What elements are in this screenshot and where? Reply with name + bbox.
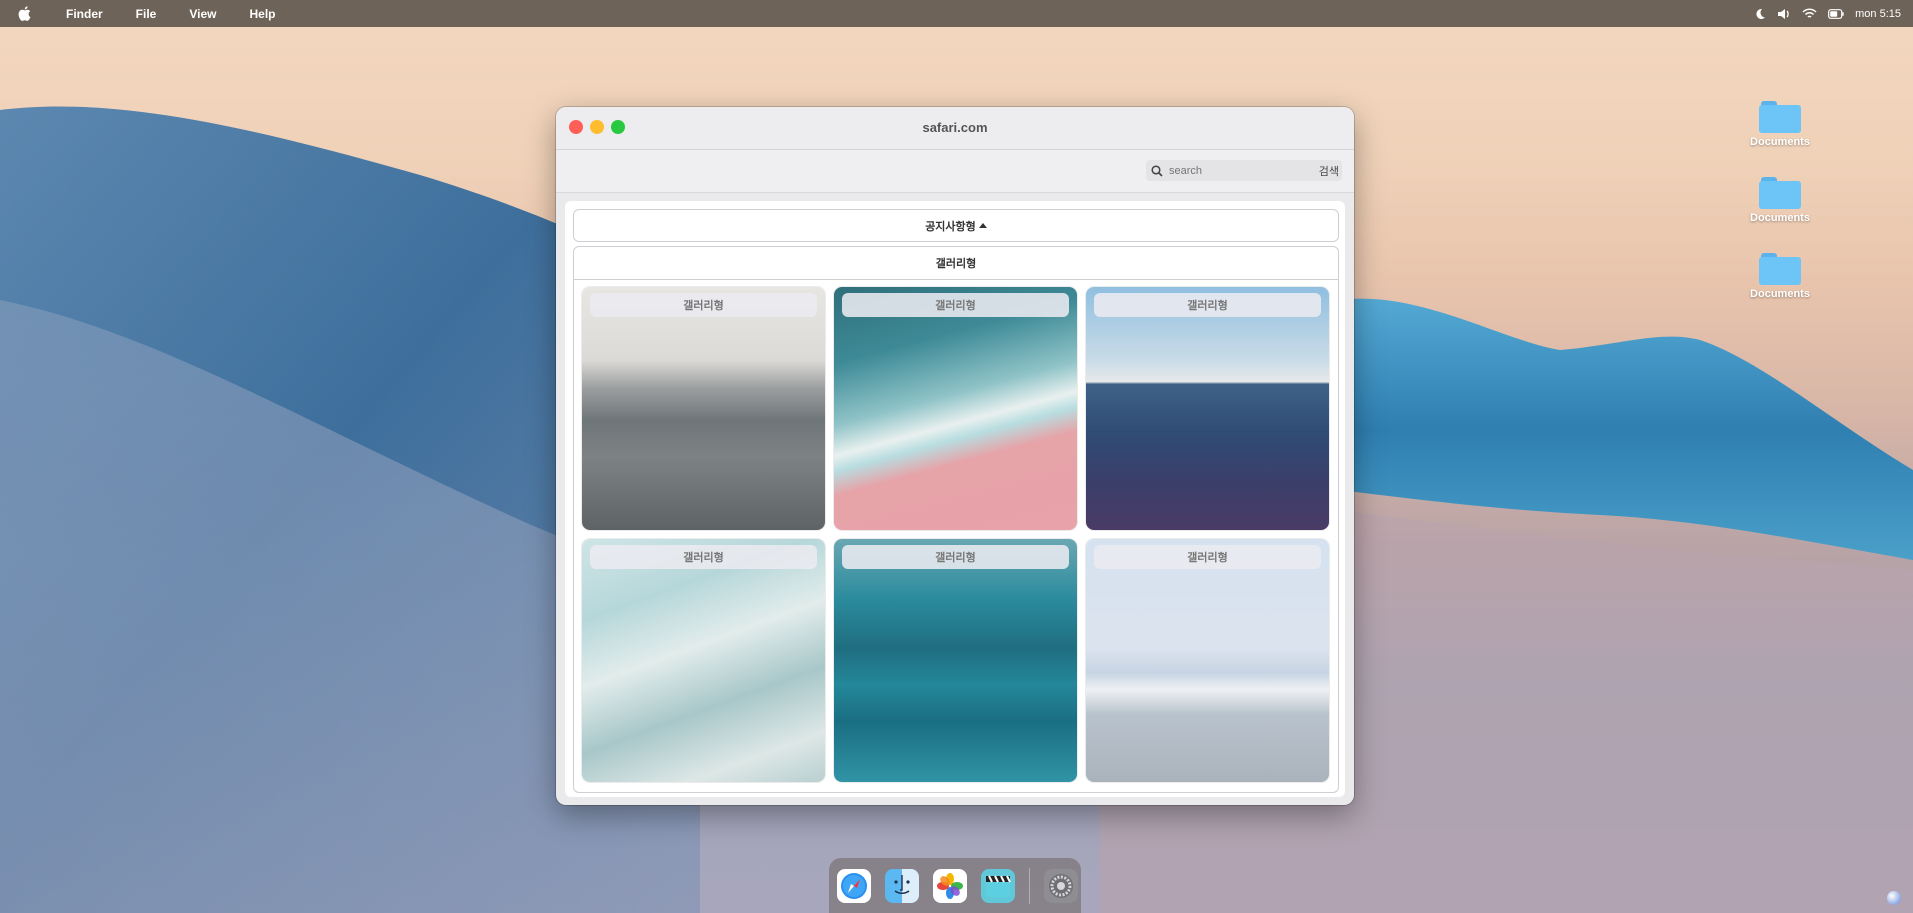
gallery-card-label: 갤러리형 — [842, 293, 1069, 317]
desktop-folder-documents[interactable]: Documents — [1740, 177, 1820, 224]
gallery-card[interactable]: 갤러리형 — [582, 539, 825, 782]
menu-file[interactable]: File — [136, 7, 157, 21]
search-input[interactable] — [1167, 163, 1289, 178]
menu-finder[interactable]: Finder — [66, 7, 103, 21]
battery-icon[interactable] — [1828, 8, 1844, 19]
dock-separator — [1029, 867, 1030, 904]
menu-view[interactable]: View — [189, 7, 216, 21]
desktop-icon-label: Documents — [1750, 288, 1810, 300]
notice-toggle-button[interactable]: 공지사항형 — [573, 209, 1339, 242]
window-toolbar: 검색 — [556, 150, 1354, 193]
gallery-header: 갤러리형 — [574, 247, 1338, 280]
gallery-section: 갤러리형 갤러리형 갤러리형 갤러리형 갤러리형 갤러리형 갤러리형 — [573, 246, 1339, 793]
folder-icon — [1759, 101, 1801, 133]
dock — [829, 858, 1081, 913]
gallery-card[interactable]: 갤러리형 — [582, 287, 825, 530]
search-button[interactable]: 검색 — [1319, 163, 1339, 179]
menu-help[interactable]: Help — [249, 7, 275, 21]
gallery-card[interactable]: 갤러리형 — [834, 539, 1077, 782]
browser-window: safari.com 검색 공지사항형 갤러리형 갤러리형 갤러리형 — [556, 107, 1354, 805]
folder-icon — [1759, 253, 1801, 285]
search-icon — [1150, 164, 1164, 178]
safari-icon[interactable] — [837, 868, 871, 903]
menu-bar: Finder File View Help mon 5:15 — [0, 0, 1913, 27]
clips-icon[interactable] — [981, 868, 1015, 903]
gallery-card[interactable]: 갤러리형 — [1086, 539, 1329, 782]
folder-icon — [1759, 177, 1801, 209]
desktop-folder-documents[interactable]: Documents — [1740, 253, 1820, 300]
volume-icon[interactable] — [1777, 8, 1791, 20]
gallery-card-label: 갤러리형 — [590, 293, 817, 317]
photos-icon[interactable] — [933, 868, 967, 903]
menu-clock[interactable]: mon 5:15 — [1855, 8, 1901, 20]
notice-toggle-label: 공지사항형 — [925, 220, 976, 233]
gallery-grid: 갤러리형 갤러리형 갤러리형 갤러리형 갤러리형 갤러리형 — [582, 287, 1329, 782]
desktop-icon-label: Documents — [1750, 212, 1810, 224]
moon-icon[interactable] — [1754, 8, 1766, 20]
page-content: 공지사항형 갤러리형 갤러리형 갤러리형 갤러리형 갤러리형 갤러리형 갤러리형 — [565, 201, 1345, 797]
search-bar: 검색 — [1146, 160, 1342, 181]
window-titlebar[interactable]: safari.com — [556, 107, 1354, 150]
system-settings-icon[interactable] — [1044, 868, 1078, 903]
finder-icon[interactable] — [885, 868, 919, 903]
gallery-card-label: 갤러리형 — [1094, 545, 1321, 569]
window-title: safari.com — [922, 120, 988, 135]
gallery-card-label: 갤러리형 — [842, 545, 1069, 569]
siri-icon[interactable] — [1887, 891, 1901, 905]
desktop-folder-documents[interactable]: Documents — [1740, 101, 1820, 148]
gallery-card[interactable]: 갤러리형 — [834, 287, 1077, 530]
gallery-card-label: 갤러리형 — [1094, 293, 1321, 317]
gallery-card-label: 갤러리형 — [590, 545, 817, 569]
wifi-icon[interactable] — [1802, 8, 1817, 19]
gallery-card[interactable]: 갤러리형 — [1086, 287, 1329, 530]
apple-menu-icon[interactable] — [18, 6, 32, 21]
caret-up-icon — [978, 223, 987, 228]
desktop-icon-label: Documents — [1750, 136, 1810, 148]
